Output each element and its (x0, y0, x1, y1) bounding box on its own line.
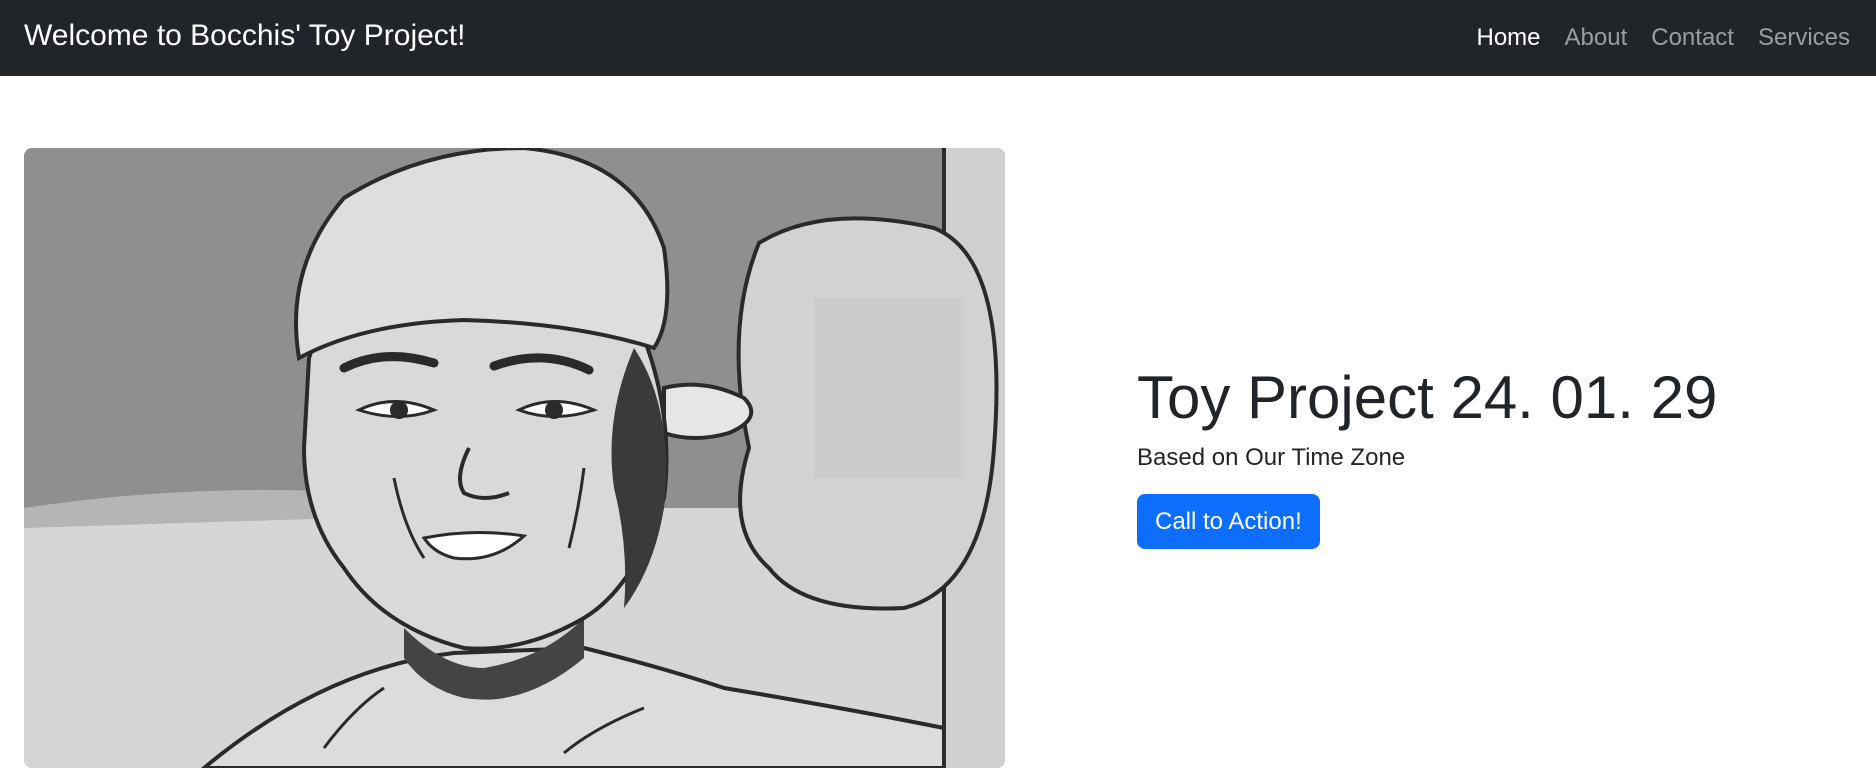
nav-item-services: Services (1758, 24, 1850, 52)
hero-title: Toy Project 24. 01. 29 (1137, 364, 1718, 431)
nav-link-about[interactable]: About (1565, 24, 1628, 51)
call-to-action-button[interactable]: Call to Action! (1137, 494, 1320, 549)
nav-link-services[interactable]: Services (1758, 24, 1850, 51)
nav-item-home: Home (1477, 24, 1541, 52)
nav-link-contact[interactable]: Contact (1651, 24, 1734, 51)
manga-illustration-icon (24, 148, 1005, 768)
nav-links: Home About Contact Services (1477, 0, 1851, 76)
navbar-brand[interactable]: Welcome to Bocchis' Toy Project! (24, 0, 465, 76)
hero-content: Toy Project 24. 01. 29 Based on Our Time… (1137, 362, 1837, 549)
nav-link-home[interactable]: Home (1477, 24, 1541, 51)
top-navbar: Welcome to Bocchis' Toy Project! Home Ab… (0, 0, 1876, 76)
nav-item-contact: Contact (1651, 24, 1734, 52)
hero-image (24, 148, 1005, 768)
hero-subtitle: Based on Our Time Zone (1137, 444, 1406, 471)
nav-item-about: About (1565, 24, 1628, 52)
